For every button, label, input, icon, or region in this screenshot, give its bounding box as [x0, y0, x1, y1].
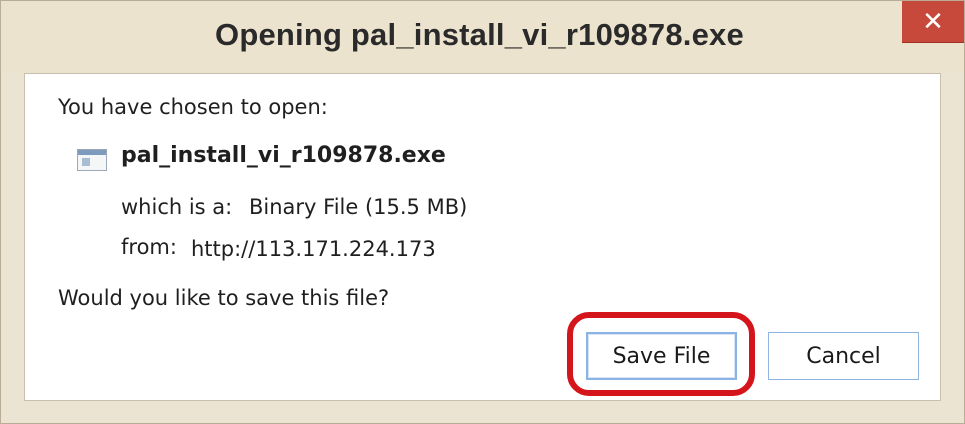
download-dialog: Opening pal_install_vi_r109878.exe ✕ You… — [0, 0, 965, 424]
highlight-annotation — [567, 312, 755, 396]
title-bar[interactable]: Opening pal_install_vi_r109878.exe ✕ — [1, 1, 964, 73]
close-button[interactable]: ✕ — [902, 1, 964, 43]
close-icon: ✕ — [922, 7, 944, 37]
cancel-button[interactable]: Cancel — [768, 332, 919, 380]
file-name: pal_install_vi_r109878.exe — [121, 143, 446, 168]
save-question: Would you like to save this file? — [58, 286, 390, 310]
dialog-title: Opening pal_install_vi_r109878.exe — [215, 17, 744, 52]
dialog-body: You have chosen to open: pal_install_vi_… — [24, 73, 941, 401]
file-type-value: Binary File (15.5 MB) — [249, 195, 468, 219]
file-source-value: http://113.171.224.173 — [191, 237, 436, 261]
file-icon — [77, 149, 107, 171]
file-source-label: from: — [121, 235, 177, 259]
intro-text: You have chosen to open: — [58, 95, 328, 119]
file-type-label: which is a: — [121, 195, 233, 219]
